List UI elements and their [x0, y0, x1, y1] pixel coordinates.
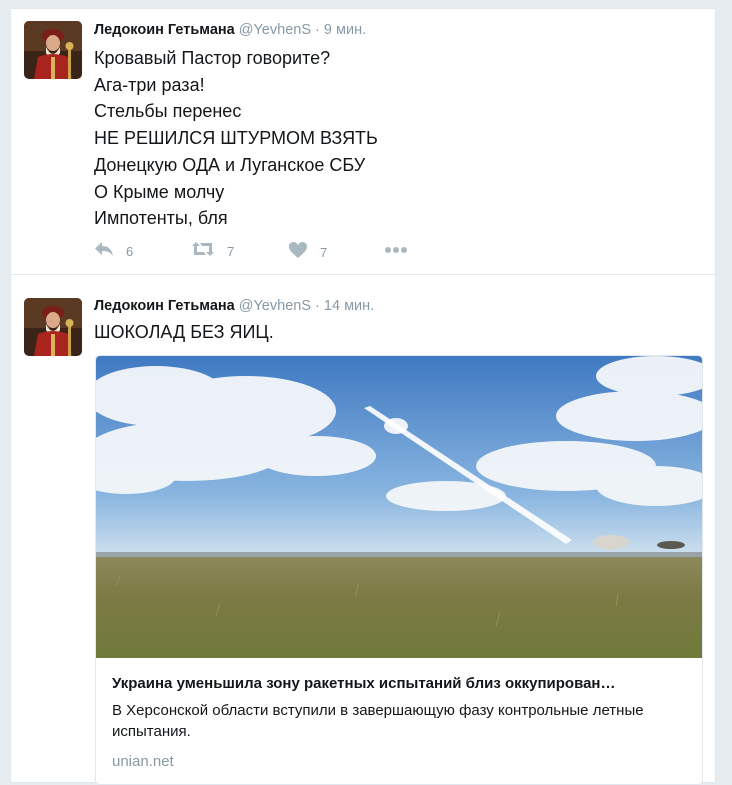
more-button[interactable]	[384, 241, 408, 259]
tweet-text: ШОКОЛАД БЕЗ ЯИЦ.	[94, 322, 274, 342]
tweet-text-line: Импотенты, бля	[94, 208, 228, 229]
heart-icon	[288, 241, 308, 264]
reply-button[interactable]: 6	[94, 241, 133, 262]
tweet-text-line: Донецкую ОДА и Луганское СБУ	[94, 154, 366, 175]
tweet-header: Ледокоин Гетьмана @YevhenS · 14 мин.	[94, 298, 374, 314]
tweet-text-line: О Крыме молчу	[94, 181, 225, 202]
more-dots-icon	[384, 241, 408, 259]
separator: ·	[315, 298, 320, 314]
reply-count: 6	[126, 244, 134, 259]
avatar[interactable]	[24, 21, 82, 79]
display-name[interactable]: Ледокоин Гетьмана	[94, 298, 235, 314]
tweet[interactable]: Ледокоин Гетьмана @YevhenS · 9 мин. Кров…	[11, 9, 715, 275]
timeline: Ледокоин Гетьмана @YevhenS · 9 мин. Кров…	[10, 8, 716, 785]
username[interactable]: @YevhenS	[239, 298, 311, 314]
tweet-actions: 6 7 7	[94, 241, 454, 263]
like-count: 7	[320, 245, 328, 260]
card-image[interactable]	[96, 356, 702, 658]
tweet-header: Ледокоин Гетьмана @YevhenS · 9 мин.	[94, 22, 366, 38]
retweet-count: 7	[227, 244, 235, 259]
avatar[interactable]	[24, 298, 82, 356]
retweet-icon	[191, 241, 215, 262]
tweet-text-line: НЕ РЕШИЛСЯ ШТУРМОМ ВЗЯТЬ	[94, 128, 378, 149]
username[interactable]: @YevhenS	[239, 22, 311, 38]
display-name[interactable]: Ледокоин Гетьмана	[94, 22, 235, 38]
link-card[interactable]: Украина уменьшила зону ракетных испытани…	[95, 355, 703, 785]
tweet-text-line: Ага-три раза!	[94, 74, 205, 95]
timestamp[interactable]: 9 мин.	[324, 22, 366, 38]
card-domain: unian.net	[112, 753, 174, 770]
retweet-button[interactable]: 7	[191, 241, 234, 262]
card-title[interactable]: Украина уменьшила зону ракетных испытани…	[112, 675, 687, 692]
like-button[interactable]: 7	[288, 241, 327, 264]
separator: ·	[315, 22, 320, 38]
tweet[interactable]: Ледокоин Гетьмана @YevhenS · 14 мин. ШОК…	[11, 275, 715, 785]
card-description: В Херсонской области вступили в завершаю…	[112, 702, 644, 740]
reply-icon	[94, 241, 114, 262]
tweet-text-line: Стельбы перенес	[94, 101, 242, 122]
tweet-text: Кровавый Пастор говорите? Ага-три раза! …	[94, 45, 378, 232]
timestamp[interactable]: 14 мин.	[324, 298, 374, 314]
tweet-text-line: Кровавый Пастор говорите?	[94, 48, 331, 68]
